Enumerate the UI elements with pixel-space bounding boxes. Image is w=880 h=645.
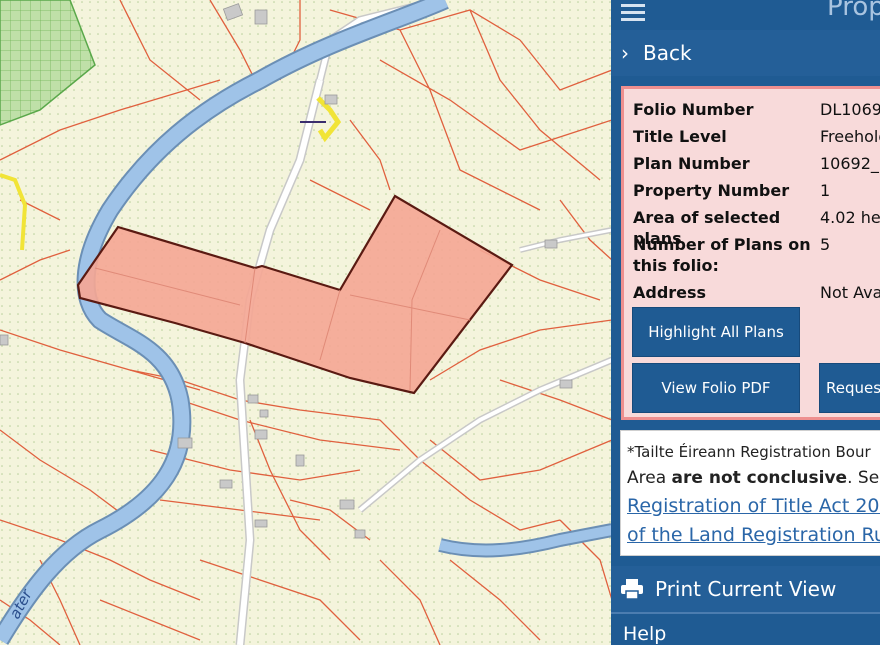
note-line-4: of the Land Registration Rule — [627, 521, 880, 550]
chevron-right-icon: › — [621, 41, 629, 65]
map-view[interactable]: ater — [0, 0, 612, 645]
detail-label: Address — [633, 283, 707, 302]
property-panel: Prop › Back Folio Number DL10692 Title L… — [611, 0, 880, 645]
detail-label: Property Number — [633, 181, 790, 200]
note-line-3: Registration of Title Act 2006 — [627, 492, 880, 521]
detail-value: 10692_2 — [820, 154, 880, 173]
request-button[interactable]: Request — [819, 363, 880, 413]
help-label: Help — [623, 623, 667, 645]
back-button[interactable]: › Back — [611, 30, 880, 76]
note-link-act[interactable]: Registration of Title Act 2006 — [627, 495, 880, 517]
help-button[interactable]: Help — [611, 614, 880, 645]
back-label: Back — [643, 41, 692, 65]
detail-label: Folio Number — [633, 100, 754, 119]
panel-title: Prop — [827, 0, 880, 22]
hamburger-icon[interactable] — [621, 0, 645, 21]
detail-value: DL10692 — [820, 100, 880, 119]
detail-value: Not Avai — [820, 283, 880, 302]
print-label: Print Current View — [655, 577, 837, 601]
print-current-view-button[interactable]: Print Current View — [611, 566, 880, 612]
detail-value: Freehold — [820, 127, 880, 146]
printer-icon — [621, 579, 643, 599]
folio-details: Folio Number DL10692 Title Level Freehol… — [621, 86, 880, 420]
detail-label: Number of Plans on this folio: — [633, 235, 811, 275]
detail-label: Title Level — [633, 127, 727, 146]
detail-value: 1 — [820, 181, 831, 200]
view-folio-pdf-button[interactable]: View Folio PDF — [632, 363, 800, 413]
detail-label: Plan Number — [633, 154, 750, 173]
detail-value: 5 — [820, 235, 831, 254]
highlight-all-plans-button[interactable]: Highlight All Plans — [632, 307, 800, 357]
note-line-1: *Tailte Éireann Registration Bour — [627, 443, 871, 461]
panel-topbar: Prop — [611, 0, 880, 30]
note-link-rules[interactable]: of the Land Registration Rule — [627, 524, 880, 546]
note-line-2: Area are not conclusive. See Se — [627, 468, 880, 488]
registration-note: *Tailte Éireann Registration Bour Area a… — [620, 430, 880, 556]
detail-value: 4.02 hec — [820, 208, 880, 227]
